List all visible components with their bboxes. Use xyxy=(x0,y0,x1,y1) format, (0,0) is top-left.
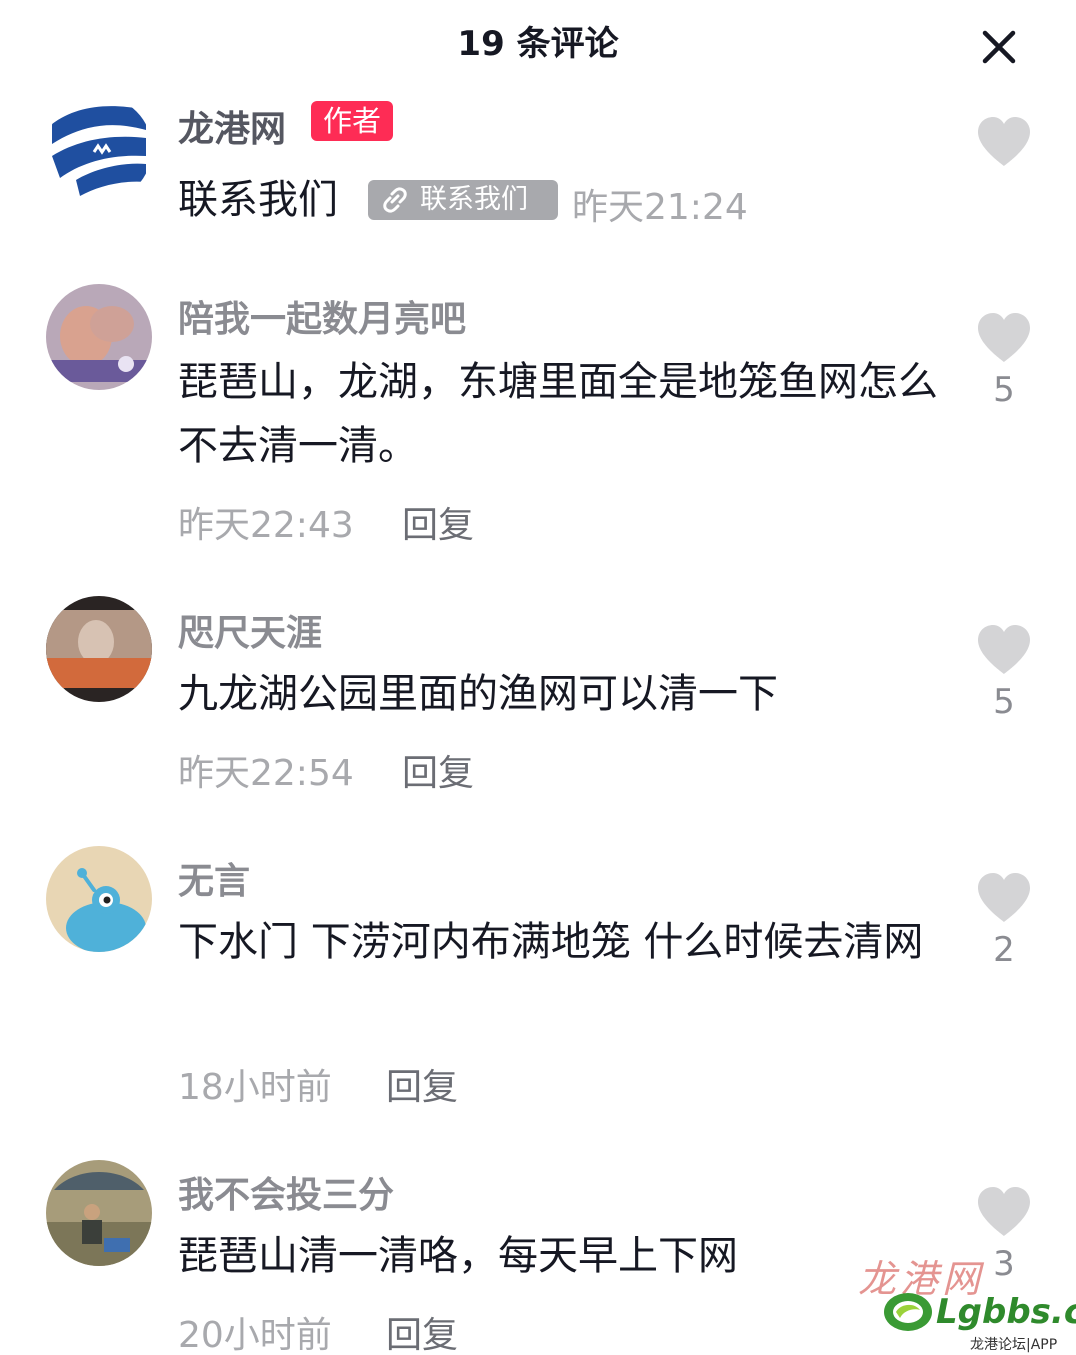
close-icon[interactable] xyxy=(976,24,1022,70)
comment-text: 琵琶山，龙湖，东塘里面全是地笼鱼网怎么不去清一清。 xyxy=(178,359,938,469)
heart-icon[interactable] xyxy=(974,310,1034,366)
comment-time: 昨天22:43 xyxy=(178,505,354,546)
link-icon xyxy=(380,186,410,214)
comments-count-title: 19 条评论 xyxy=(457,24,619,64)
username[interactable]: 无言 xyxy=(178,852,250,904)
avatar[interactable] xyxy=(46,284,152,390)
comment-time: 18小时前 xyxy=(178,1067,332,1108)
comment-text: 九龙湖公园里面的渔网可以清一下 xyxy=(178,671,778,717)
comment-text: 琵琶山清一清咯，每天早上下网 xyxy=(178,1233,738,1279)
reply-button[interactable]: 回复 xyxy=(402,744,474,796)
site-watermark: 龙港网 Lgbbs.cn 龙港论坛|APP xyxy=(858,1248,1076,1353)
avatar[interactable] xyxy=(46,1160,152,1266)
contact-link-chip[interactable]: 联系我们 xyxy=(368,180,558,220)
username[interactable]: 陪我一起数月亮吧 xyxy=(178,290,466,342)
comment-time: 20小时前 xyxy=(178,1315,332,1355)
avatar[interactable] xyxy=(46,596,152,702)
like-count: 2 xyxy=(993,930,1015,970)
watermark-domain: Lgbbs.cn xyxy=(936,1292,1076,1332)
lgbbs-logo-icon xyxy=(882,1288,934,1334)
comment-text: 联系我们 xyxy=(178,177,338,223)
username[interactable]: 我不会投三分 xyxy=(178,1166,394,1218)
avatar[interactable] xyxy=(46,96,152,202)
watermark-subtitle: 龙港论坛|APP xyxy=(970,1337,1058,1353)
heart-icon[interactable] xyxy=(974,622,1034,678)
like-count: 5 xyxy=(993,370,1015,410)
reply-button[interactable]: 回复 xyxy=(402,496,474,548)
comments-header: 19 条评论 xyxy=(0,0,1076,80)
username[interactable]: 咫尺天涯 xyxy=(178,604,322,656)
like-count: 5 xyxy=(993,682,1015,722)
link-chip-label: 联系我们 xyxy=(420,184,528,215)
avatar[interactable] xyxy=(46,846,152,952)
heart-icon[interactable] xyxy=(974,1184,1034,1240)
comment-time: 昨天21:24 xyxy=(572,187,748,228)
heart-icon[interactable] xyxy=(974,114,1034,170)
reply-button[interactable]: 回复 xyxy=(386,1058,458,1110)
comment-text: 下水门 下涝河内布满地笼 什么时候去清网 xyxy=(178,919,924,965)
reply-button[interactable]: 回复 xyxy=(386,1306,458,1355)
author-badge: 作者 xyxy=(311,101,394,141)
comment-time: 昨天22:54 xyxy=(178,753,354,794)
username[interactable]: 龙港网 xyxy=(178,100,286,152)
heart-icon[interactable] xyxy=(974,870,1034,926)
